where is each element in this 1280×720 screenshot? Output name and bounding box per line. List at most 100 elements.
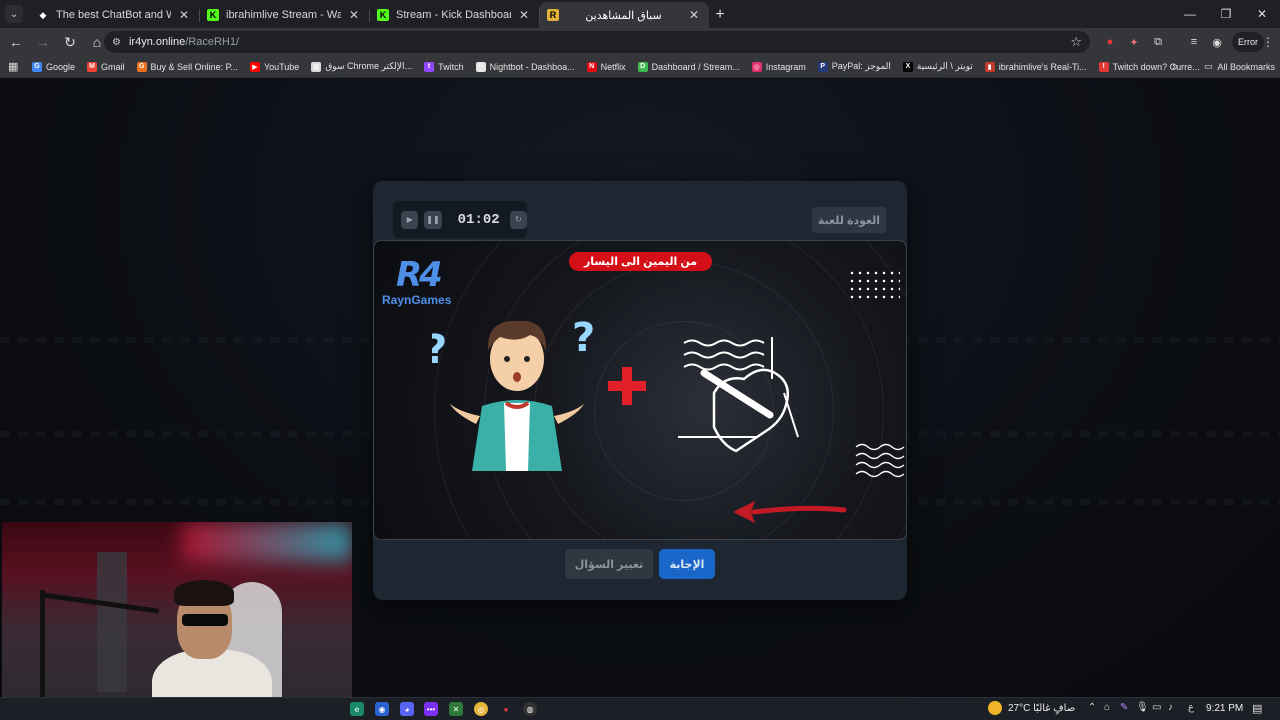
timer-display: 01:02 — [457, 211, 500, 228]
bookmark-favicon-icon: t — [424, 61, 435, 72]
svg-text:?: ? — [572, 315, 595, 361]
forward-arrow-icon[interactable]: → — [31, 30, 55, 54]
tab-title: Stream - Kick Dashboard — [396, 9, 511, 21]
change-question-button[interactable]: تغيير السؤال — [565, 549, 653, 579]
address-bar[interactable]: ⚙ ir4yn.online/RaceRH1/ ☆ — [104, 31, 1090, 53]
obs-icon[interactable]: ◍ — [523, 702, 537, 716]
streamer-hair — [174, 580, 234, 606]
bookmark-favicon-icon: N — [586, 61, 597, 72]
kick-icon: K — [207, 9, 219, 21]
bookmark-item[interactable]: G Buy & Sell Online: P... — [136, 61, 238, 72]
close-icon[interactable]: ✕ — [347, 8, 361, 22]
kick-icon: K — [377, 9, 389, 21]
back-arrow-icon[interactable]: ← — [4, 30, 28, 54]
bookmark-item[interactable]: ! Twitch down? Curre... — [1098, 61, 1200, 72]
reload-icon[interactable]: ↻ — [58, 30, 82, 54]
timer-controls: ▶ ❚❚ 01:02 ↻ — [393, 201, 527, 238]
led-light-strip — [182, 522, 352, 562]
chrome-icon[interactable]: ◎ — [474, 702, 488, 716]
apps-grid-icon[interactable]: ▦ — [8, 60, 22, 73]
close-icon[interactable]: ✕ — [517, 8, 531, 22]
play-icon[interactable]: ▶ — [401, 210, 419, 229]
network-icon[interactable]: ▭ — [1152, 702, 1161, 713]
bookmark-label: YouTube — [263, 61, 300, 72]
tab-kick-dashboard[interactable]: K Stream - Kick Dashboard ✕ — [369, 2, 539, 28]
bookmark-label: Gmail — [101, 61, 125, 72]
browser-icon[interactable]: ◉ — [375, 702, 389, 716]
bookmark-star-icon[interactable]: ☆ — [1070, 34, 1082, 50]
bookmark-label: Nightbot - Dashboa... — [489, 61, 575, 72]
clock[interactable]: 9:21 PM — [1206, 703, 1243, 714]
pause-icon[interactable]: ❚❚ — [424, 210, 442, 229]
weather-widget[interactable]: 27°C صافٍ غالبًا — [988, 701, 1075, 715]
tray-app-icon[interactable]: ⌂ — [1104, 702, 1110, 713]
discord-icon[interactable]: ◕ — [400, 702, 414, 716]
bookmark-item[interactable]: M Gmail — [87, 61, 125, 72]
bookmark-favicon-icon: X — [902, 61, 913, 72]
all-bookmarks-button[interactable]: ▭ All Bookmarks — [1204, 61, 1275, 72]
bookmark-item[interactable]: N Netflix — [586, 61, 626, 72]
bookmark-item[interactable]: X تويتر \ الرئيسية — [902, 61, 973, 72]
tab-search-button[interactable]: ⌄ — [5, 5, 23, 23]
dots-pattern-icon — [848, 269, 900, 303]
bookmark-favicon-icon: ▦ — [311, 61, 322, 72]
bookmark-item[interactable]: D Dashboard / Stream... — [637, 61, 740, 72]
profile-avatar-icon[interactable]: ◉ — [1207, 32, 1227, 52]
shelf — [97, 552, 127, 692]
bookmark-favicon-icon: ◎ — [751, 61, 762, 72]
bookmark-label: Buy & Sell Online: P... — [150, 61, 238, 72]
maps-pin-icon[interactable]: ● — [499, 702, 513, 716]
notifications-icon[interactable]: ▤ — [1252, 702, 1262, 715]
tab-favicon-icon: ◆ — [39, 9, 47, 20]
tab-strip: ⌄ ◆ The best ChatBot and Widgets f ✕ K i… — [0, 0, 1280, 28]
bookmark-label: سوق Chrome الإلكتر... — [325, 61, 413, 71]
reset-icon[interactable]: ↻ — [509, 210, 527, 229]
language-indicator[interactable]: ع — [1188, 702, 1194, 713]
bookmark-label: PayPal: الموجز — [831, 61, 891, 71]
rayn-favicon-icon: R — [547, 9, 559, 21]
bookmark-item[interactable]: ▮ ibrahimlive's Real-Ti... — [984, 61, 1087, 72]
waves-pattern-icon — [855, 443, 905, 478]
close-icon[interactable]: ✕ — [177, 8, 191, 22]
tab-chatbot[interactable]: ◆ The best ChatBot and Widgets f ✕ — [29, 2, 199, 28]
bookmark-item[interactable]: ◎ Instagram — [751, 61, 806, 72]
bookmark-item[interactable]: ▦ سوق Chrome الإلكتر... — [311, 61, 412, 72]
bookmark-item[interactable]: t Twitch — [424, 61, 464, 72]
sun-icon — [988, 701, 1002, 715]
microphone-icon[interactable]: 🎙 — [1136, 702, 1149, 713]
bookmark-item[interactable]: P PayPal: الموجز — [817, 61, 891, 72]
bookmark-favicon-icon: ! — [1098, 61, 1109, 72]
bookmark-item[interactable]: ☺ Nightbot - Dashboa... — [475, 61, 575, 72]
bookmark-favicon-icon: D — [637, 61, 648, 72]
bookmark-favicon-icon: ▶ — [249, 61, 260, 72]
extension-pin-icon[interactable]: ✦ — [1124, 32, 1144, 52]
tab-kick-stream[interactable]: K ibrahimlive Stream - Watch Liv ✕ — [199, 2, 369, 28]
bookmark-label: Twitch — [438, 61, 464, 72]
back-to-game-button[interactable]: العودة للعبة — [812, 207, 886, 233]
extensions-puzzle-icon[interactable]: ⧉ — [1148, 32, 1168, 52]
volume-icon[interactable]: ♪ — [1168, 702, 1173, 713]
extension-red-icon[interactable]: ● — [1100, 32, 1120, 52]
site-info-icon[interactable]: ⚙ — [112, 37, 121, 48]
bookmark-label: Twitch down? Curre... — [1112, 61, 1200, 72]
app-icon[interactable]: ••• — [424, 702, 438, 716]
close-icon[interactable]: ✕ — [687, 8, 701, 22]
tab-viewers-race[interactable]: R سباق المشاهدين ✕ — [539, 2, 709, 28]
restore-icon[interactable]: ❐ — [1208, 0, 1244, 28]
answer-button[interactable]: الإجابة — [659, 549, 715, 579]
edge-icon[interactable]: e — [350, 702, 364, 716]
svg-text:?: ? — [432, 327, 447, 373]
bookmark-item[interactable]: G Google — [32, 61, 75, 72]
xbox-icon[interactable]: ✕ — [449, 702, 463, 716]
bookmark-item[interactable]: ▶ YouTube — [249, 61, 300, 72]
chevron-up-icon[interactable]: ⌃ — [1088, 702, 1096, 713]
new-tab-button[interactable]: + — [709, 2, 731, 28]
webcam-feed — [2, 522, 352, 720]
reading-list-icon[interactable]: ≡ — [1184, 32, 1204, 52]
more-bookmarks-icon[interactable]: » — [1172, 61, 1178, 73]
menu-dots-icon[interactable]: ⋮ — [1260, 32, 1276, 52]
minimize-icon[interactable]: — — [1172, 0, 1208, 28]
close-window-icon[interactable]: ✕ — [1244, 0, 1280, 28]
pen-icon[interactable]: ✎ — [1120, 702, 1128, 713]
confused-person-icon: ? ? — [432, 315, 595, 471]
